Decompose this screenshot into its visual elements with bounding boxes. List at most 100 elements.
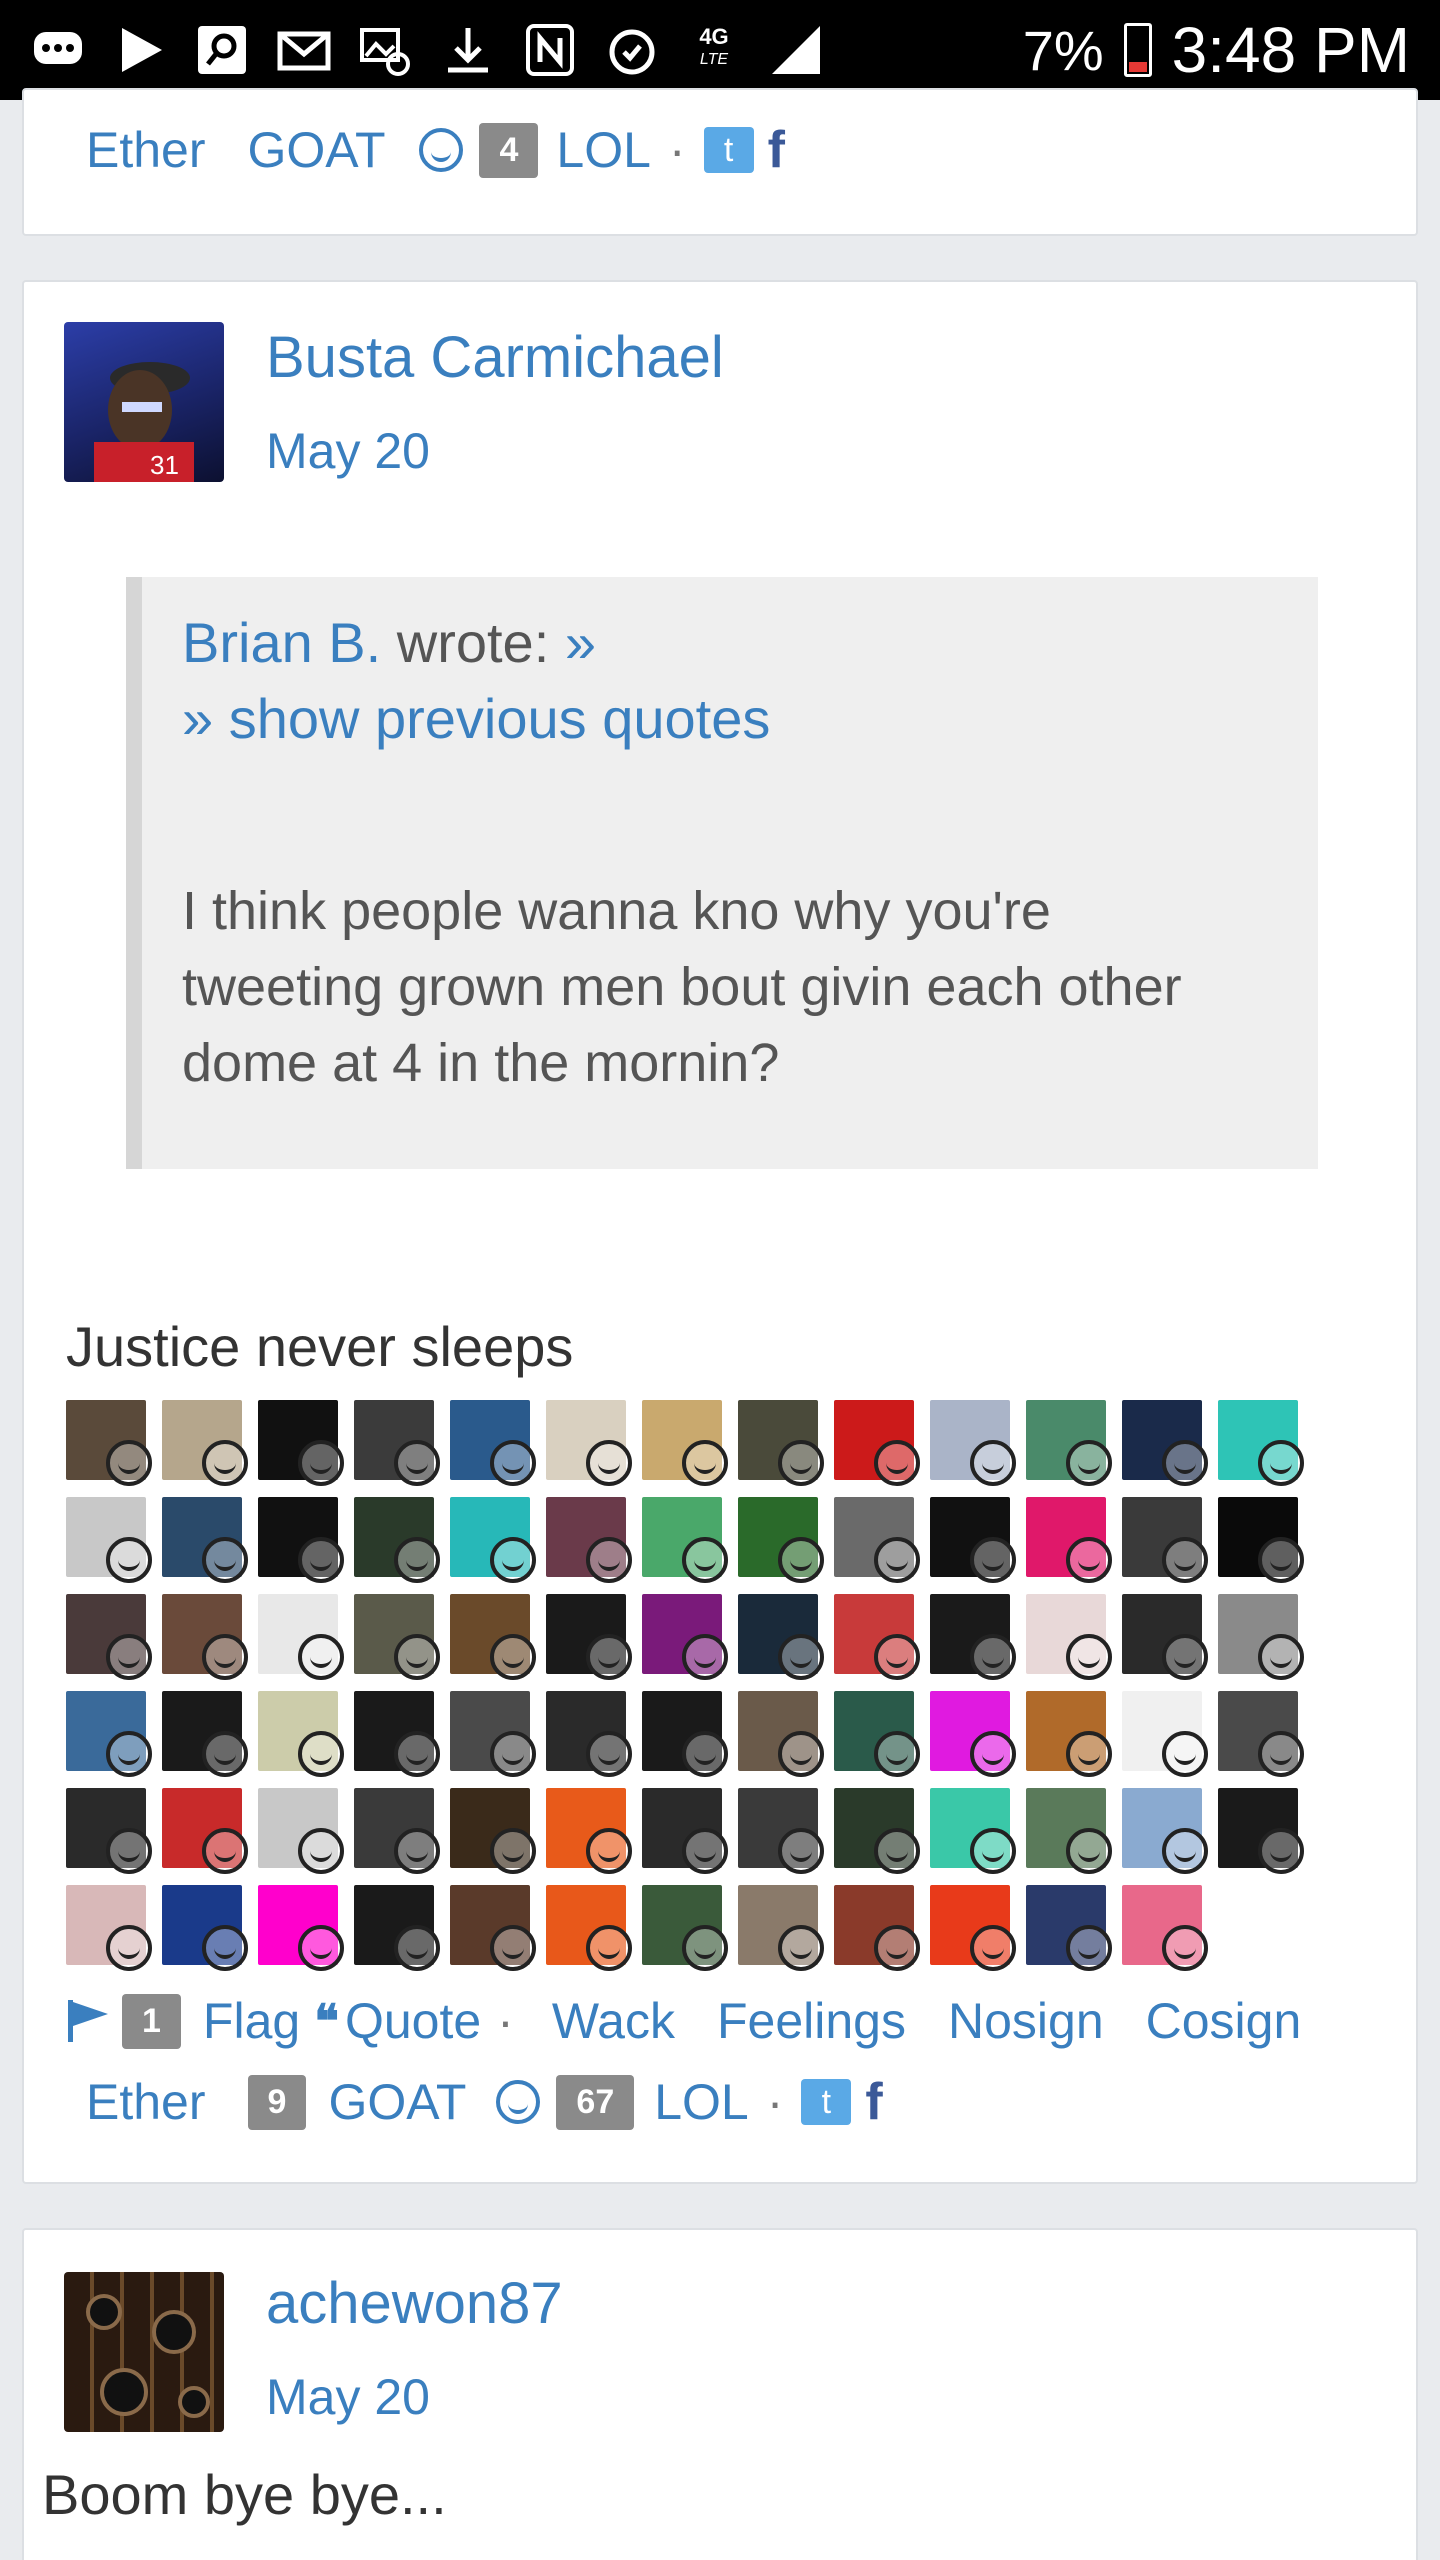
reaction-avatar[interactable] xyxy=(258,1497,344,1583)
reaction-avatar[interactable] xyxy=(1122,1594,1208,1680)
reaction-avatar[interactable] xyxy=(450,1885,536,1971)
reaction-avatar[interactable] xyxy=(738,1885,824,1971)
reaction-avatar[interactable] xyxy=(450,1594,536,1680)
reaction-avatar[interactable] xyxy=(354,1594,440,1680)
reaction-avatar[interactable] xyxy=(162,1400,248,1486)
reaction-avatar[interactable] xyxy=(1122,1885,1208,1971)
reaction-avatar[interactable] xyxy=(354,1788,440,1874)
username-link[interactable]: achewon87 xyxy=(266,2270,563,2337)
reaction-avatar[interactable] xyxy=(354,1400,440,1486)
reaction-avatar[interactable] xyxy=(1026,1594,1112,1680)
reaction-avatar[interactable] xyxy=(66,1788,152,1874)
reaction-avatar[interactable] xyxy=(1026,1497,1112,1583)
reaction-avatar[interactable] xyxy=(642,1497,728,1583)
reaction-avatar[interactable] xyxy=(258,1788,344,1874)
reaction-avatar[interactable] xyxy=(66,1400,152,1486)
reaction-avatar[interactable] xyxy=(546,1400,632,1486)
reaction-avatar[interactable] xyxy=(1122,1400,1208,1486)
username-link[interactable]: Busta Carmichael xyxy=(266,324,724,391)
show-previous-quotes-link[interactable]: » show previous quotes xyxy=(182,681,1318,757)
reaction-avatar[interactable] xyxy=(1218,1400,1304,1486)
lol-button[interactable]: LOL xyxy=(654,2073,749,2131)
reaction-avatar[interactable] xyxy=(930,1497,1016,1583)
reaction-avatar[interactable] xyxy=(258,1885,344,1971)
reaction-avatar[interactable] xyxy=(258,1691,344,1777)
reaction-avatar[interactable] xyxy=(834,1885,920,1971)
quote-author-link[interactable]: Brian B. xyxy=(182,611,381,674)
reaction-avatar[interactable] xyxy=(1122,1497,1208,1583)
reaction-avatar[interactable] xyxy=(930,1400,1016,1486)
reaction-avatar[interactable] xyxy=(354,1885,440,1971)
reaction-avatar[interactable] xyxy=(930,1788,1016,1874)
facebook-icon[interactable]: f xyxy=(768,120,785,180)
wack-button[interactable]: Wack xyxy=(552,1992,675,2050)
reaction-avatar[interactable] xyxy=(1026,1885,1112,1971)
reaction-avatar[interactable] xyxy=(354,1691,440,1777)
reaction-avatar[interactable] xyxy=(1026,1400,1112,1486)
post-date[interactable]: May 20 xyxy=(266,422,430,480)
reaction-avatar[interactable] xyxy=(450,1400,536,1486)
quote-button[interactable]: Quote xyxy=(345,1992,481,2050)
reaction-avatar[interactable] xyxy=(450,1497,536,1583)
reaction-avatar[interactable] xyxy=(1122,1788,1208,1874)
feelings-button[interactable]: Feelings xyxy=(717,1992,906,2050)
quote-icon[interactable]: ❝ xyxy=(314,1994,339,2048)
reaction-avatar[interactable] xyxy=(258,1594,344,1680)
goat-button[interactable]: GOAT xyxy=(248,121,386,179)
reaction-avatar[interactable] xyxy=(642,1691,728,1777)
reaction-avatar[interactable] xyxy=(642,1885,728,1971)
reaction-avatar[interactable] xyxy=(66,1691,152,1777)
reaction-avatar[interactable] xyxy=(642,1594,728,1680)
reaction-avatar[interactable] xyxy=(66,1497,152,1583)
reaction-avatar[interactable] xyxy=(738,1691,824,1777)
reaction-avatar[interactable] xyxy=(834,1594,920,1680)
reaction-avatar[interactable] xyxy=(546,1691,632,1777)
reaction-avatar[interactable] xyxy=(834,1497,920,1583)
reaction-avatar[interactable] xyxy=(930,1691,1016,1777)
reaction-avatar[interactable] xyxy=(642,1400,728,1486)
flag-button[interactable]: Flag xyxy=(203,1992,300,2050)
facebook-icon[interactable]: f xyxy=(865,2072,882,2132)
reaction-avatar[interactable] xyxy=(546,1497,632,1583)
reaction-avatar[interactable] xyxy=(546,1788,632,1874)
reaction-avatar[interactable] xyxy=(1026,1691,1112,1777)
reaction-avatar[interactable] xyxy=(834,1691,920,1777)
reaction-avatar[interactable] xyxy=(738,1788,824,1874)
reaction-avatar[interactable] xyxy=(450,1788,536,1874)
lol-button[interactable]: LOL xyxy=(556,121,651,179)
reaction-avatar[interactable] xyxy=(1218,1788,1304,1874)
reaction-avatar[interactable] xyxy=(162,1594,248,1680)
reaction-avatar[interactable] xyxy=(1218,1594,1304,1680)
reaction-avatar[interactable] xyxy=(546,1594,632,1680)
reaction-avatar[interactable] xyxy=(162,1788,248,1874)
lol-smiley-icon[interactable] xyxy=(419,128,464,172)
reaction-avatar[interactable] xyxy=(1122,1691,1208,1777)
reaction-avatar[interactable] xyxy=(834,1400,920,1486)
twitter-icon[interactable]: t xyxy=(703,127,754,173)
reaction-avatar[interactable] xyxy=(738,1497,824,1583)
flag-icon[interactable] xyxy=(64,1998,112,2044)
reaction-avatar[interactable] xyxy=(738,1594,824,1680)
reaction-avatar[interactable] xyxy=(834,1788,920,1874)
goat-button[interactable]: GOAT xyxy=(328,2073,466,2131)
reaction-avatar[interactable] xyxy=(162,1885,248,1971)
ether-button[interactable]: Ether xyxy=(86,2073,206,2131)
lol-smiley-icon[interactable] xyxy=(496,2080,541,2124)
reaction-avatar[interactable] xyxy=(1218,1497,1304,1583)
reaction-avatar[interactable] xyxy=(1218,1691,1304,1777)
post-date[interactable]: May 20 xyxy=(266,2368,430,2426)
reaction-avatar[interactable] xyxy=(354,1497,440,1583)
reaction-avatar[interactable] xyxy=(1026,1788,1112,1874)
reaction-avatar[interactable] xyxy=(66,1594,152,1680)
reaction-avatar[interactable] xyxy=(930,1885,1016,1971)
nosign-button[interactable]: Nosign xyxy=(948,1992,1104,2050)
reaction-avatar[interactable] xyxy=(258,1400,344,1486)
reaction-avatar[interactable] xyxy=(66,1885,152,1971)
twitter-icon[interactable]: t xyxy=(801,2079,852,2125)
reaction-avatar[interactable] xyxy=(738,1400,824,1486)
reaction-avatar[interactable] xyxy=(546,1885,632,1971)
reaction-avatar[interactable] xyxy=(642,1788,728,1874)
reaction-avatar[interactable] xyxy=(162,1691,248,1777)
cosign-button[interactable]: Cosign xyxy=(1146,1992,1302,2050)
quote-jump-link[interactable]: » xyxy=(565,611,596,674)
